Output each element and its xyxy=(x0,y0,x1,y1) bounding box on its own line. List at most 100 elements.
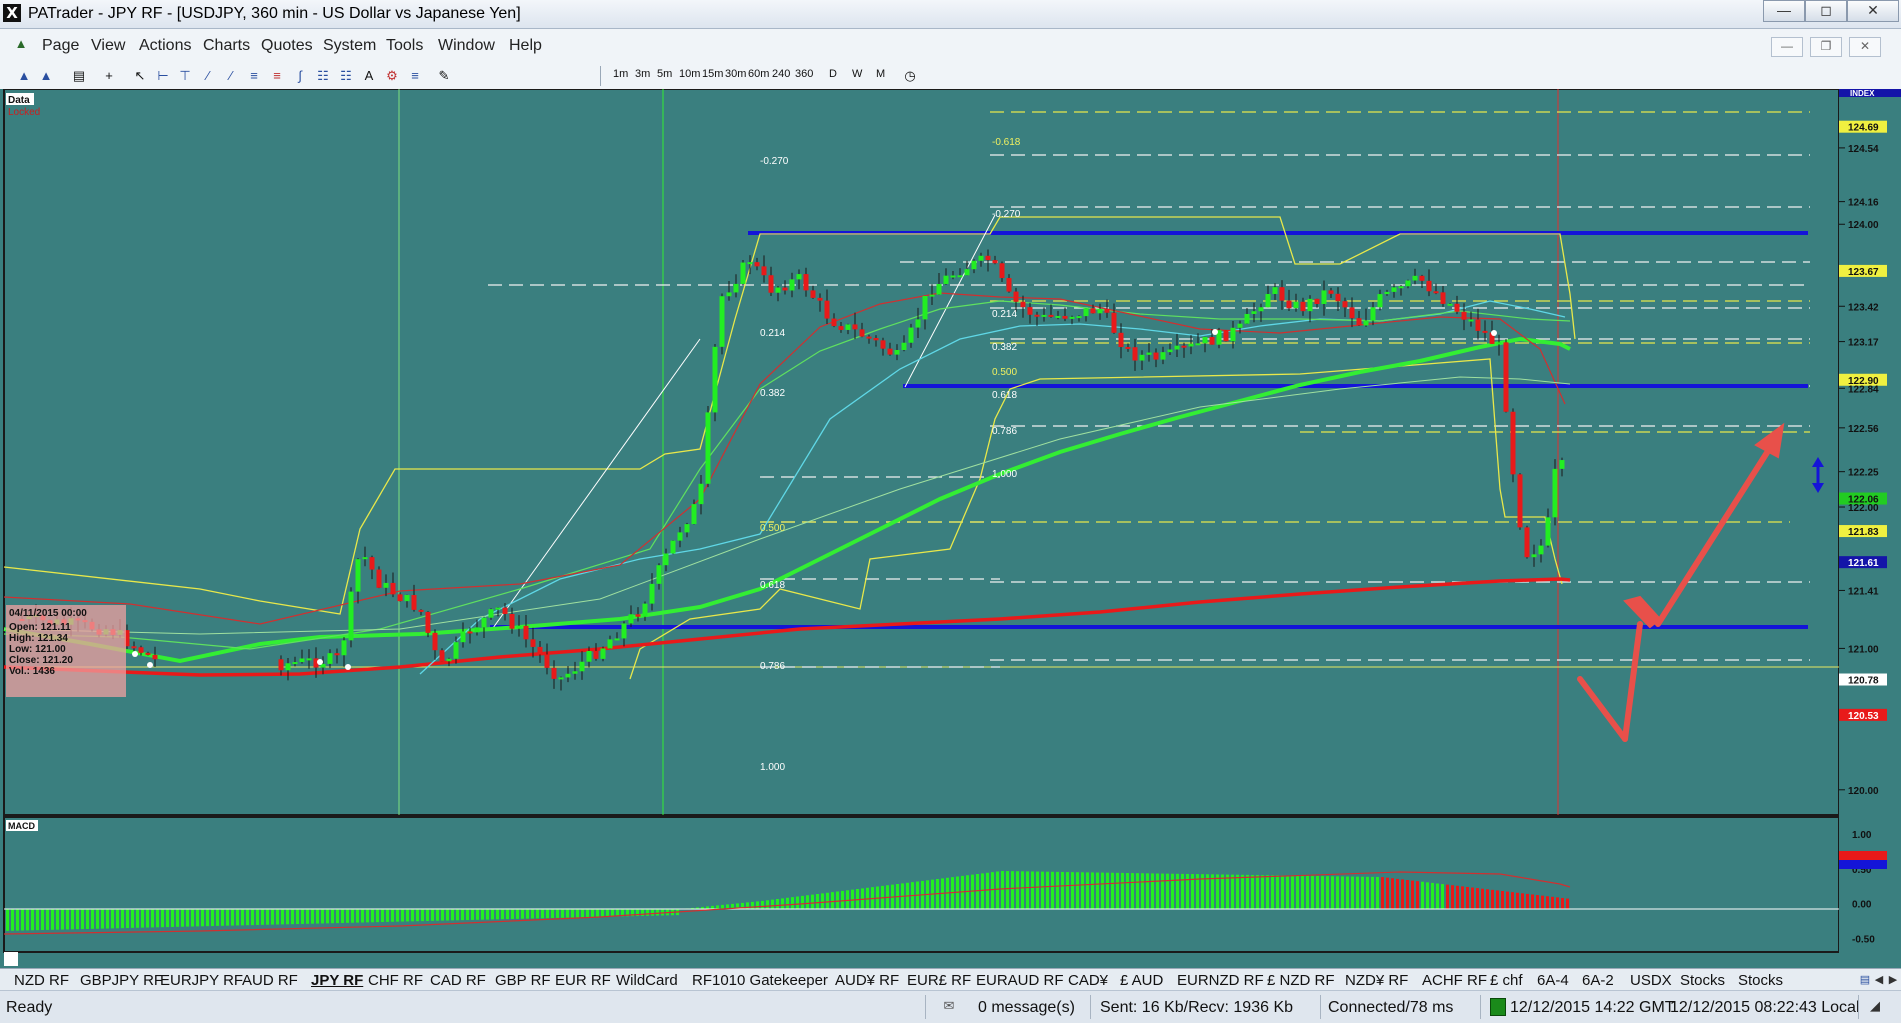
menu-system[interactable]: System xyxy=(323,37,376,55)
tab-aud-rf[interactable]: AUD RF xyxy=(242,972,298,989)
channel-icon[interactable]: ∕ xyxy=(222,67,240,85)
tab-6a-4[interactable]: 6A-4 xyxy=(1537,972,1569,989)
tab-eurgbp-rf[interactable]: EUR£ RF xyxy=(907,972,971,989)
timeframe-5m[interactable]: 5m xyxy=(657,68,672,80)
chart-app-icon[interactable]: ▲ xyxy=(12,35,30,53)
macd-bar xyxy=(1026,871,1029,909)
menu-charts[interactable]: Charts xyxy=(203,37,250,55)
macd-bar xyxy=(126,909,129,928)
mdi-restore-button[interactable]: ❐ xyxy=(1810,37,1842,57)
macd-bar xyxy=(266,909,269,925)
macd-bar xyxy=(156,909,159,927)
timeframe-weekly[interactable]: W xyxy=(852,68,862,80)
timeframe-240[interactable]: 240 xyxy=(772,68,790,80)
macd-bar xyxy=(851,890,854,909)
tab-6a-2[interactable]: 6A-2 xyxy=(1582,972,1614,989)
trendline-icon[interactable]: ∕ xyxy=(199,67,217,85)
macd-bar xyxy=(1566,899,1569,909)
macd-bar xyxy=(1556,897,1559,909)
tab-wildcard[interactable]: WildCard xyxy=(616,972,678,989)
price-chart[interactable]: 04/11/2015 00:00 Open: 121.11 High: 121.… xyxy=(0,89,1901,968)
timeframe-3m[interactable]: 3m xyxy=(635,68,650,80)
tab-nzdyen-rf[interactable]: NZD¥ RF xyxy=(1345,972,1408,989)
menu-view[interactable]: View xyxy=(91,37,125,55)
menu-help[interactable]: Help xyxy=(509,37,542,55)
timeframe-30m[interactable]: 30m xyxy=(725,68,746,80)
text-tool-icon[interactable]: A xyxy=(360,67,378,85)
draw-pen-icon[interactable]: ✎ xyxy=(435,67,453,85)
mdi-close-button[interactable]: ✕ xyxy=(1849,37,1881,57)
pointer-icon[interactable]: ↖ xyxy=(131,67,149,85)
candle-body xyxy=(776,288,781,293)
macd-bar xyxy=(346,909,349,923)
horizontal-line-icon[interactable]: ⊢ xyxy=(154,67,172,85)
envelope-icon[interactable]: ✉ xyxy=(940,997,958,1015)
macd-bar xyxy=(1031,871,1034,909)
tab-nzd-rf[interactable]: NZD RF xyxy=(14,972,69,989)
timeframe-15m[interactable]: 15m xyxy=(702,68,723,80)
tab-cad-rf[interactable]: CAD RF xyxy=(430,972,486,989)
macd-bar xyxy=(1216,874,1219,909)
vertical-line-icon[interactable]: ⊤ xyxy=(176,67,194,85)
info-high: High: 121.34 xyxy=(9,633,68,644)
tab-eurnzd-rf[interactable]: EURNZD RF xyxy=(1177,972,1264,989)
candle-body xyxy=(1231,328,1236,341)
tab-jpy-rf[interactable]: JPY RF xyxy=(311,972,363,989)
menu-quotes[interactable]: Quotes xyxy=(261,37,313,55)
menu-actions[interactable]: Actions xyxy=(139,37,191,55)
tab-achf-rf[interactable]: ACHF RF xyxy=(1422,972,1487,989)
tab-audyen-rf[interactable]: AUD¥ RF xyxy=(835,972,899,989)
candle-body xyxy=(1518,474,1523,527)
chart-type-icon[interactable]: ▤ xyxy=(70,67,88,85)
close-button[interactable]: ✕ xyxy=(1847,0,1899,22)
menu-page[interactable]: Page xyxy=(42,37,79,55)
status-connection: Connected/78 ms xyxy=(1328,999,1453,1017)
tab-gbp-chf[interactable]: £ chf xyxy=(1490,972,1523,989)
tab-rf1010-gatekeeper[interactable]: RF1010 Gatekeeper xyxy=(692,972,828,989)
minimize-button[interactable]: — xyxy=(1763,0,1805,22)
maximize-button[interactable]: ◻ xyxy=(1805,0,1847,22)
clock-icon[interactable]: ◷ xyxy=(901,67,919,85)
tab-gbpjpy-rf[interactable]: GBPJPY RF xyxy=(80,972,163,989)
timeframe-60m[interactable]: 60m xyxy=(748,68,769,80)
crosshair-icon[interactable]: + xyxy=(100,67,118,85)
macd-bar xyxy=(1481,889,1484,909)
mdi-minimize-button[interactable]: — xyxy=(1771,37,1803,57)
candle-body xyxy=(286,663,291,670)
tab-stocks-2[interactable]: Stocks xyxy=(1738,972,1783,989)
tab-eurjpy-rf[interactable]: EURJPY RF xyxy=(160,972,243,989)
tab-chf-rf[interactable]: CHF RF xyxy=(368,972,423,989)
menu-window[interactable]: Window xyxy=(438,37,495,55)
tab-euraud-rf[interactable]: EURAUD RF xyxy=(976,972,1064,989)
cycle-lines-icon[interactable]: ☷ xyxy=(337,67,355,85)
menu-tools[interactable]: Tools xyxy=(386,37,423,55)
timeframe-360[interactable]: 360 xyxy=(795,68,813,80)
macd-bar xyxy=(1146,873,1149,909)
fib-levels-icon[interactable]: ≡ xyxy=(268,67,286,85)
tab-eur-rf[interactable]: EUR RF xyxy=(555,972,611,989)
tabs-scroll-right-icon[interactable]: ▶ xyxy=(1884,971,1901,989)
timeframe-1m[interactable]: 1m xyxy=(613,68,628,80)
shapes-alt-icon[interactable]: ▲ xyxy=(37,67,55,85)
timeframe-monthly[interactable]: M xyxy=(876,68,885,80)
tab-usdx[interactable]: USDX xyxy=(1630,972,1672,989)
tab-gbp-nzd-rf[interactable]: £ NZD RF xyxy=(1267,972,1335,989)
tab-cadyen[interactable]: CAD¥ xyxy=(1068,972,1108,989)
fib-fan-icon[interactable]: ∫ xyxy=(291,67,309,85)
macd-bar xyxy=(591,909,594,917)
fib-retracement-icon[interactable]: ≡ xyxy=(245,67,263,85)
macd-bar xyxy=(1346,876,1349,909)
timeframe-daily[interactable]: D xyxy=(829,68,837,80)
macd-bar xyxy=(1551,897,1554,909)
tab-gbp-aud[interactable]: £ AUD xyxy=(1120,972,1163,989)
tab-gbp-rf[interactable]: GBP RF xyxy=(495,972,551,989)
tab-stocks-1[interactable]: Stocks xyxy=(1680,972,1725,989)
gann-icon[interactable]: ☷ xyxy=(314,67,332,85)
delete-drawings-icon[interactable]: ≡ xyxy=(406,67,424,85)
macd-bar xyxy=(586,909,589,917)
shapes-icon[interactable]: ▲ xyxy=(15,67,33,85)
candle-body xyxy=(1525,527,1530,557)
timeframe-10m[interactable]: 10m xyxy=(679,68,700,80)
label-tool-icon[interactable]: ⚙ xyxy=(383,67,401,85)
macd-bar xyxy=(821,893,824,909)
